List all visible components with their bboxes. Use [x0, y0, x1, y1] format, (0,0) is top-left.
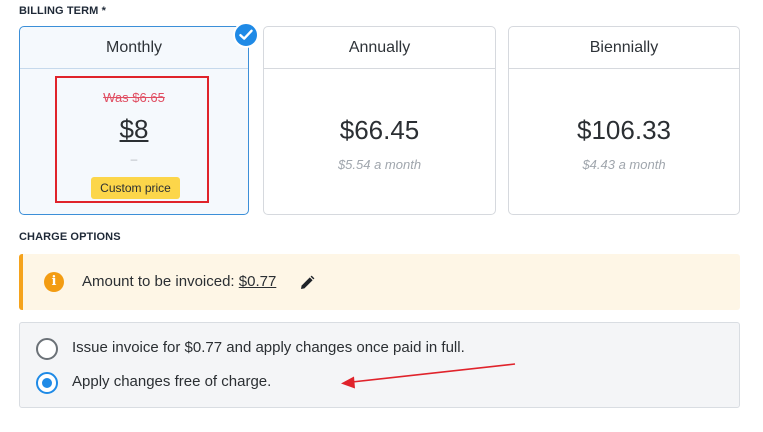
- radio-free-of-charge[interactable]: [36, 372, 58, 394]
- invoice-amount-link[interactable]: $0.77: [239, 273, 277, 290]
- annually-sub: $5.54 a month: [337, 157, 422, 172]
- monthly-sub: –: [130, 152, 138, 166]
- radio-issue-invoice[interactable]: [36, 338, 58, 360]
- invoice-amount-alert: i Amount to be invoiced: $0.77: [19, 254, 740, 310]
- alert-prefix: Amount to be invoiced:: [82, 273, 239, 290]
- annually-price: $66.45: [339, 115, 420, 145]
- monthly-price[interactable]: $8: [20, 114, 248, 145]
- billing-option-biennially[interactable]: Biennially $106.33 $4.43 a month: [508, 26, 740, 215]
- check-icon: [233, 22, 259, 48]
- was-price: Was $6.65: [103, 90, 165, 105]
- charge-options-group: Issue invoice for $0.77 and apply change…: [19, 322, 740, 408]
- option-issue-invoice-label: Issue invoice for $0.77 and apply change…: [72, 339, 465, 356]
- annually-title: Annually: [264, 27, 495, 69]
- alert-text: Amount to be invoiced: $0.77: [82, 272, 276, 292]
- pencil-icon[interactable]: [299, 275, 315, 291]
- option-free-of-charge-label: Apply changes free of charge.: [72, 373, 272, 390]
- custom-price-badge: Custom price: [91, 177, 180, 199]
- info-icon: i: [44, 272, 64, 292]
- biennially-price: $106.33: [577, 115, 671, 145]
- monthly-title: Monthly: [20, 27, 248, 69]
- billing-option-monthly[interactable]: Monthly Was $6.65 $8 – Custom price: [19, 26, 249, 215]
- biennially-title: Biennially: [509, 27, 739, 69]
- billing-term-label: BILLING TERM *: [19, 5, 106, 17]
- biennially-sub: $4.43 a month: [582, 157, 666, 172]
- billing-option-annually[interactable]: Annually $66.45 $5.54 a month: [263, 26, 496, 215]
- charge-options-label: CHARGE OPTIONS: [19, 231, 121, 243]
